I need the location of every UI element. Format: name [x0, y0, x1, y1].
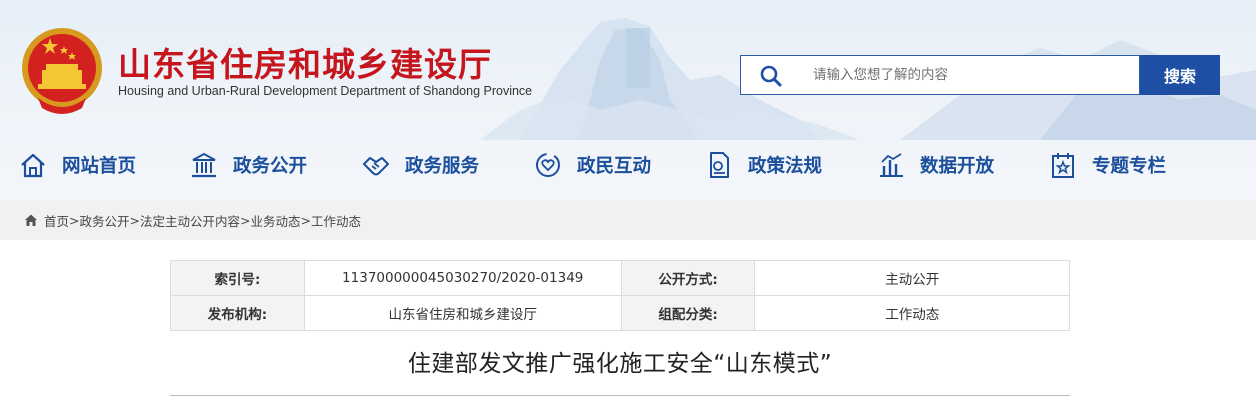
nav-item-home[interactable]: 网站首页 [18, 140, 136, 190]
nav-item-policies-regulations[interactable]: 政策法规 [704, 140, 822, 190]
home-icon[interactable] [24, 213, 38, 227]
publisher-value: 山东省住房和城乡建设厅 [303, 295, 622, 331]
government-building-icon [192, 152, 216, 178]
disclosure-method-label: 公开方式: [620, 260, 756, 296]
nav-label-public-interaction: 政民互动 [577, 156, 652, 177]
national-emblem-icon [22, 28, 102, 114]
nav-item-open-data[interactable]: 数据开放 [876, 140, 994, 190]
breadcrumb-statutory-disclosure[interactable]: 法定主动公开内容 [140, 211, 240, 230]
breadcrumb: 首页 > 政务公开 > 法定主动公开内容 > 业务动态 > 工作动态 [0, 200, 1256, 240]
breadcrumb-government-affairs[interactable]: 政务公开 [80, 211, 130, 230]
search-icon[interactable] [759, 64, 783, 88]
breadcrumb-home[interactable]: 首页 [44, 211, 69, 230]
search-button[interactable]: 搜索 [1140, 55, 1220, 95]
breadcrumb-separator: > [300, 212, 311, 228]
nav-label-open-data: 数据开放 [920, 156, 995, 177]
nav-item-public-interaction[interactable]: 政民互动 [533, 140, 651, 190]
nav-label-special-topics: 专题专栏 [1092, 156, 1167, 177]
calendar-star-icon [1052, 153, 1074, 178]
nav-label-government-affairs: 政务公开 [233, 156, 308, 177]
breadcrumb-separator: > [69, 212, 80, 228]
document-metadata-table: 索引号: 113700000045030270/2020-01349 公开方式:… [170, 260, 1070, 331]
nav-item-special-topics[interactable]: 专题专栏 [1048, 140, 1166, 190]
site-title: 山东省住房和城乡建设厅 [118, 45, 492, 84]
article-title: 住建部发文推广强化施工安全“山东模式” [407, 351, 833, 377]
site-subtitle: Housing and Urban-Rural Development Depa… [118, 84, 533, 98]
disclosure-method-value: 主动公开 [754, 260, 1070, 296]
nav-item-government-affairs[interactable]: 政务公开 [189, 140, 307, 190]
search-input[interactable] [813, 56, 1133, 94]
heart-interaction-icon [536, 153, 560, 177]
document-icon [710, 152, 729, 178]
main-nav: 网站首页 政务公开 政务服务 政民互动 政策法规 数据开放 专题专栏 [0, 140, 1256, 190]
category-value: 工作动态 [754, 295, 1070, 331]
category-label: 组配分类: [620, 295, 756, 331]
table-row: 发布机构: 山东省住房和城乡建设厅 组配分类: 工作动态 [170, 295, 1070, 331]
title-divider [170, 395, 1070, 396]
breadcrumb-work-news[interactable]: 工作动态 [311, 211, 361, 230]
search-box [740, 55, 1140, 95]
table-row: 索引号: 113700000045030270/2020-01349 公开方式:… [170, 260, 1070, 296]
nav-item-government-services[interactable]: 政务服务 [361, 140, 479, 190]
nav-label-home: 网站首页 [62, 156, 137, 177]
index-number-label: 索引号: [170, 260, 305, 296]
breadcrumb-separator: > [129, 212, 140, 228]
index-number-value: 113700000045030270/2020-01349 [303, 260, 622, 296]
handshake-icon [363, 157, 389, 176]
breadcrumb-business-news[interactable]: 业务动态 [251, 211, 301, 230]
nav-label-government-services: 政务服务 [405, 156, 480, 177]
home-icon [21, 153, 45, 178]
publisher-label: 发布机构: [170, 295, 305, 331]
breadcrumb-separator: > [240, 212, 251, 228]
bar-chart-icon [880, 153, 903, 177]
nav-label-policies-regulations: 政策法规 [748, 156, 823, 177]
